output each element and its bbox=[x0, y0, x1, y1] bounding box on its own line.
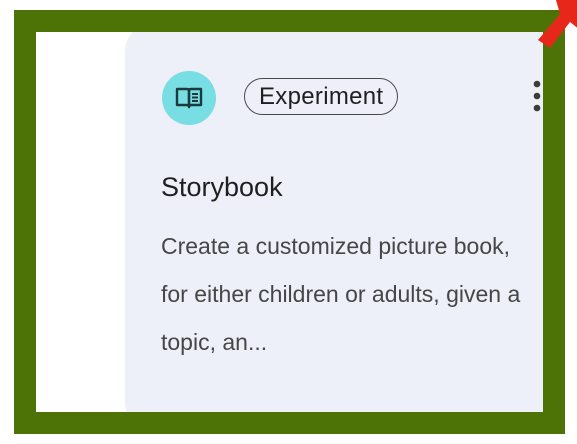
storybook-card[interactable]: Experiment Storybook Create a customized… bbox=[125, 32, 543, 412]
book-icon-badge bbox=[162, 71, 216, 125]
highlight-frame: Experiment Storybook Create a customized… bbox=[14, 10, 565, 434]
more-options-button[interactable] bbox=[517, 74, 543, 118]
book-icon bbox=[175, 87, 203, 109]
experiment-chip: Experiment bbox=[244, 78, 399, 115]
more-vert-icon bbox=[533, 80, 541, 112]
card-description: Create a customized picture book, for ei… bbox=[161, 233, 521, 355]
card-title: Storybook bbox=[161, 172, 283, 202]
red-arrow-annotation bbox=[538, 0, 577, 48]
